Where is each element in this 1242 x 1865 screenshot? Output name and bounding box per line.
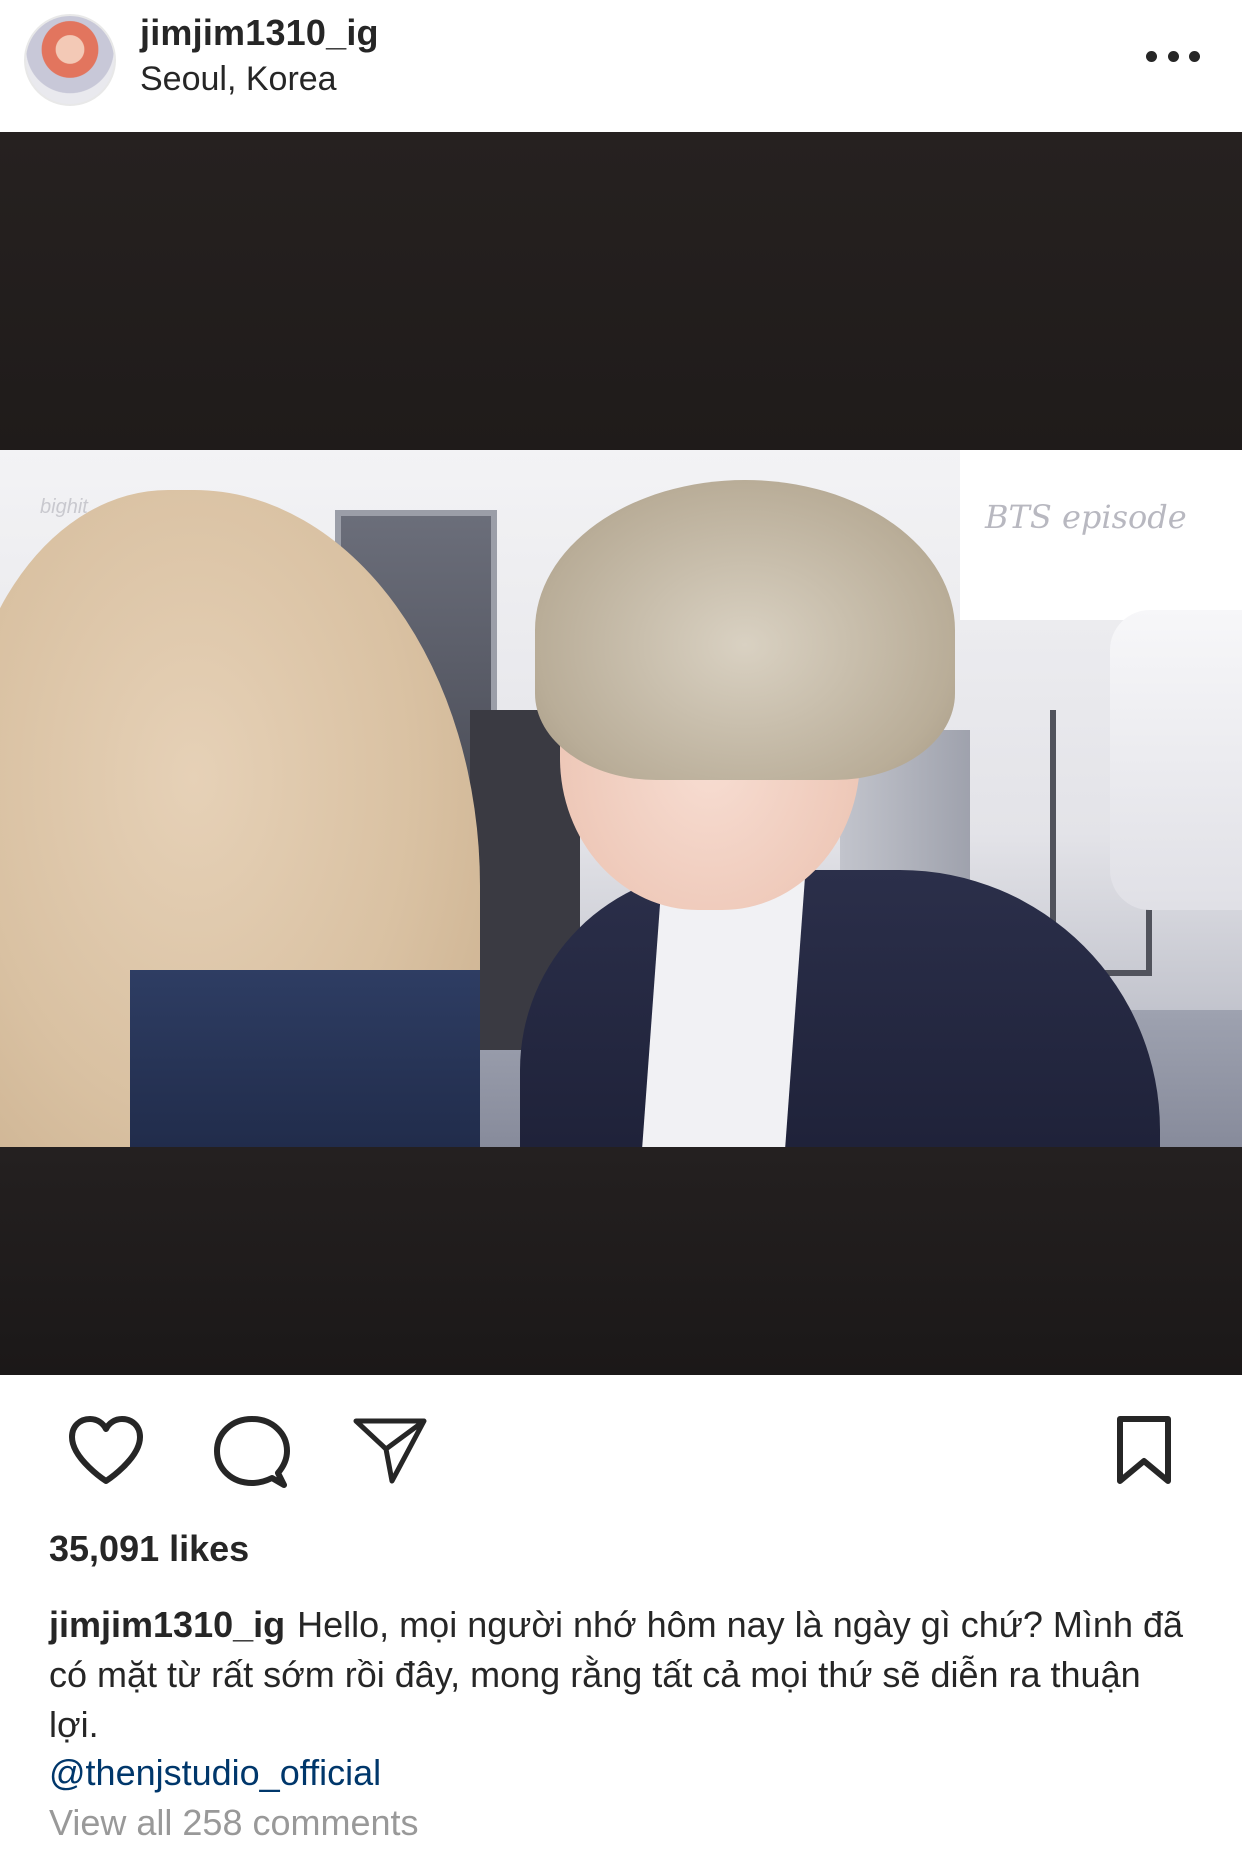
video-frame: BTS episode bighit: [0, 450, 1242, 1147]
caption-username[interactable]: jimjim1310_ig: [49, 1604, 285, 1645]
more-dot: [1189, 50, 1200, 62]
likes-count[interactable]: 35,091 likes: [49, 1528, 249, 1570]
avatar[interactable]: [24, 14, 116, 106]
hair: [535, 480, 955, 780]
paper-plane-icon[interactable]: [352, 1415, 428, 1487]
sign-text: BTS episode: [985, 498, 1187, 536]
bookmark-icon[interactable]: [1110, 1415, 1178, 1487]
person-right: [1110, 610, 1242, 910]
post-media[interactable]: BTS episode bighit: [0, 132, 1242, 1375]
person-left-jeans: [130, 970, 480, 1147]
post-username[interactable]: jimjim1310_ig: [140, 12, 379, 54]
letterbox-bottom: [0, 1147, 1242, 1375]
heart-icon[interactable]: [66, 1415, 146, 1487]
view-all-comments-link[interactable]: View all 258 comments: [49, 1802, 419, 1844]
video-watermark: bighit: [40, 496, 88, 518]
mention-link[interactable]: @thenjstudio_official: [49, 1752, 381, 1794]
more-dot: [1167, 50, 1179, 62]
post-caption: jimjim1310_ig Hello, mọi người nhớ hôm na…: [49, 1600, 1199, 1750]
post-header: jimjim1310_ig Seoul, Korea: [0, 0, 1242, 132]
letterbox-top: [0, 132, 1242, 450]
more-dot: [1146, 50, 1157, 62]
more-options-icon[interactable]: [1146, 42, 1200, 70]
comment-icon[interactable]: [212, 1415, 292, 1491]
action-bar: [0, 1375, 1242, 1525]
post-location[interactable]: Seoul, Korea: [140, 60, 337, 99]
